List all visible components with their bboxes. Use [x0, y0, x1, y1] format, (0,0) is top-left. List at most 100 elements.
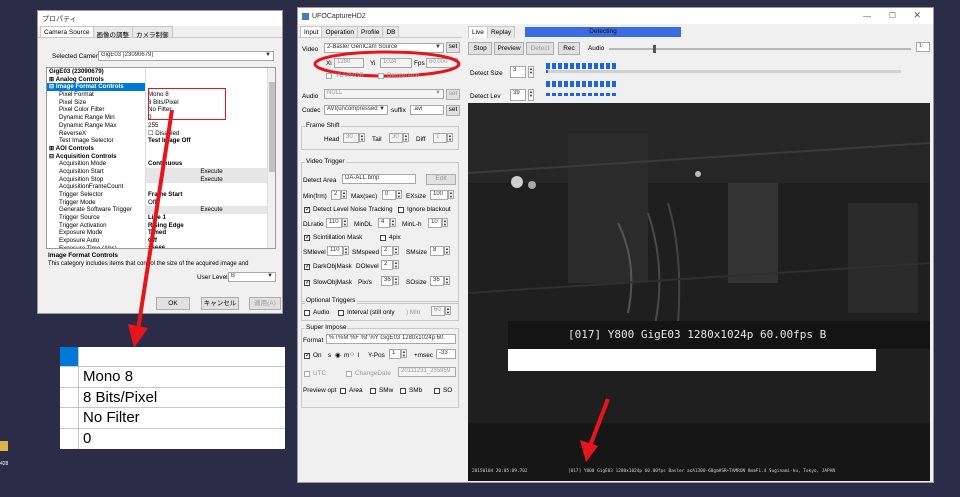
minfrm-spinner[interactable]: ▲ ▼: [341, 190, 347, 199]
audio-slider-track[interactable]: [609, 45, 911, 53]
dolevel-field[interactable]: 2: [381, 260, 393, 270]
darkobj-checkbox[interactable]: ✓: [304, 264, 310, 270]
pix4-checkbox[interactable]: [380, 235, 386, 241]
property-value[interactable]: [146, 68, 275, 76]
suffix-field[interactable]: .avi: [410, 105, 444, 115]
exsize-field[interactable]: 100: [430, 190, 448, 200]
minlnh-field[interactable]: 10: [428, 218, 442, 228]
scintillation-checkbox[interactable]: ✓: [304, 235, 310, 241]
interval-min-field[interactable]: 60: [431, 306, 445, 316]
detect-area-field[interactable]: DA-ALL.bmp: [342, 174, 416, 184]
close-icon[interactable]: ✕: [913, 10, 921, 21]
rec-button[interactable]: Rec: [558, 42, 580, 55]
property-row[interactable]: ⊞ Analog Controls: [47, 75, 275, 84]
preview-smw-checkbox[interactable]: [370, 388, 376, 394]
dolevel-spinner[interactable]: ▲ ▼: [393, 260, 399, 269]
tab-image-adjust[interactable]: 画像の調整: [92, 26, 134, 39]
codec-set-button[interactable]: set: [446, 105, 460, 116]
diff-field[interactable]: 1: [433, 133, 447, 143]
size-l-option[interactable]: l: [358, 352, 359, 359]
tail-field[interactable]: 30: [389, 133, 403, 143]
tab-live[interactable]: Live: [468, 26, 488, 38]
minlnh-spinner[interactable]: ▲ ▼: [442, 218, 448, 227]
yuv-checkbox[interactable]: [326, 73, 332, 79]
grid-scrollbar-thumb[interactable]: [269, 82, 275, 172]
audio-dropdown[interactable]: NULL ▼: [324, 89, 444, 99]
minimize-icon[interactable]: —: [863, 12, 871, 21]
interval-checkbox[interactable]: [338, 310, 344, 316]
preview-so-checkbox[interactable]: [434, 388, 440, 394]
smspeed-spinner[interactable]: ▲ ▼: [393, 246, 399, 255]
smlevel-field[interactable]: 110: [327, 246, 343, 256]
codec-dropdown[interactable]: AVI(uncompressed ▼: [324, 105, 388, 115]
tab-profile[interactable]: Profile: [357, 26, 384, 37]
noise-tracking-checkbox[interactable]: ✓: [304, 207, 310, 213]
tab-camera-source[interactable]: Camera Source: [40, 26, 94, 37]
tail-spinner[interactable]: ▲ ▼: [403, 133, 409, 142]
exsize-spinner[interactable]: ▲ ▼: [448, 190, 454, 199]
sosize-spinner[interactable]: ▲ ▼: [444, 276, 450, 285]
pixs-spinner[interactable]: ▲ ▼: [393, 276, 399, 285]
tab-camera-control[interactable]: カメラ制御: [132, 26, 173, 39]
superimpose-on-checkbox[interactable]: ✓: [304, 353, 310, 359]
audio-set-button[interactable]: set: [446, 89, 460, 100]
grid-scrollbar[interactable]: [267, 68, 275, 248]
tab-input[interactable]: Input: [300, 26, 323, 37]
sosize-field[interactable]: 36: [430, 276, 444, 286]
smsize-field[interactable]: 8: [430, 246, 444, 256]
preview-smb-checkbox[interactable]: [400, 388, 406, 394]
cancel-button[interactable]: キャンセル: [201, 297, 239, 310]
smlevel-spinner[interactable]: ▲ ▼: [343, 246, 349, 255]
maximize-icon[interactable]: ☐: [889, 11, 896, 20]
head-field[interactable]: 30: [343, 133, 359, 143]
detect-size-spinner[interactable]: ▲ ▼: [528, 66, 534, 78]
ypos-spinner[interactable]: ▲ ▼: [401, 349, 407, 358]
tab-db[interactable]: DB: [382, 26, 400, 37]
smsize-spinner[interactable]: ▲ ▼: [444, 246, 450, 255]
deinterlace-checkbox[interactable]: [378, 73, 384, 79]
live-video-view[interactable]: [017] Y800 GigE03 1280x1024p 60.00fps B …: [468, 103, 930, 481]
format-field[interactable]: %T%M %F %f %Y GigE03 1280x1024p 60.: [326, 334, 456, 344]
maxsec-field[interactable]: 0: [382, 190, 396, 200]
ypos-field[interactable]: 1: [389, 349, 401, 359]
smspeed-field[interactable]: 2: [381, 246, 393, 256]
mindl-field[interactable]: 4: [378, 218, 390, 228]
property-row[interactable]: GigE03 (23090679): [47, 68, 275, 76]
property-value[interactable]: [146, 76, 275, 84]
pixs-field[interactable]: 36: [381, 276, 393, 286]
interval-min-spinner[interactable]: ▲ ▼: [445, 306, 451, 315]
annotation-arrow-left: [128, 110, 174, 348]
stop-button[interactable]: Stop: [468, 42, 492, 55]
mindl-spinner[interactable]: ▲ ▼: [390, 218, 396, 227]
maxsec-spinner[interactable]: ▲ ▼: [396, 190, 402, 199]
detect-area-edit-button[interactable]: Edit: [426, 174, 456, 185]
audio-level-box[interactable]: 1:: [916, 42, 930, 52]
detect-size-field[interactable]: 3: [510, 66, 526, 78]
apply-button[interactable]: 適用(A): [249, 297, 281, 310]
size-m-option[interactable]: m: [344, 352, 349, 359]
detect-lev-spinner[interactable]: ▲ ▼: [528, 89, 534, 101]
detect-lev-field[interactable]: 39: [510, 89, 526, 101]
changedate-checkbox[interactable]: [346, 371, 352, 377]
dlratio-field[interactable]: 110: [326, 218, 342, 228]
desktop-icon[interactable]: [0, 441, 8, 451]
tab-operation[interactable]: Operation: [321, 26, 359, 37]
changedate-field[interactable]: 20111231_235959: [398, 367, 456, 377]
size-s-option[interactable]: s: [328, 352, 331, 359]
utc-checkbox[interactable]: [304, 371, 310, 377]
preview-area-checkbox[interactable]: [340, 388, 346, 394]
audio-slider-thumb[interactable]: [653, 45, 656, 53]
selected-camera-dropdown[interactable]: GigE03 (23090679) ▼: [98, 51, 274, 61]
minfrm-field[interactable]: 2: [331, 190, 341, 200]
head-spinner[interactable]: ▲ ▼: [359, 133, 365, 142]
msec-field[interactable]: -33: [436, 349, 456, 359]
detect-button[interactable]: Detect: [526, 42, 554, 55]
tab-replay[interactable]: Replay: [486, 26, 516, 38]
preview-button[interactable]: Preview: [494, 42, 524, 55]
ignore-blackout-checkbox[interactable]: [398, 207, 404, 213]
diff-spinner[interactable]: ▲ ▼: [447, 133, 453, 142]
slowobj-checkbox[interactable]: ✓: [304, 280, 310, 286]
optional-audio-checkbox[interactable]: [304, 310, 310, 316]
user-level-dropdown[interactable]: B ▼: [228, 272, 276, 282]
dlratio-spinner[interactable]: ▲ ▼: [342, 218, 348, 227]
